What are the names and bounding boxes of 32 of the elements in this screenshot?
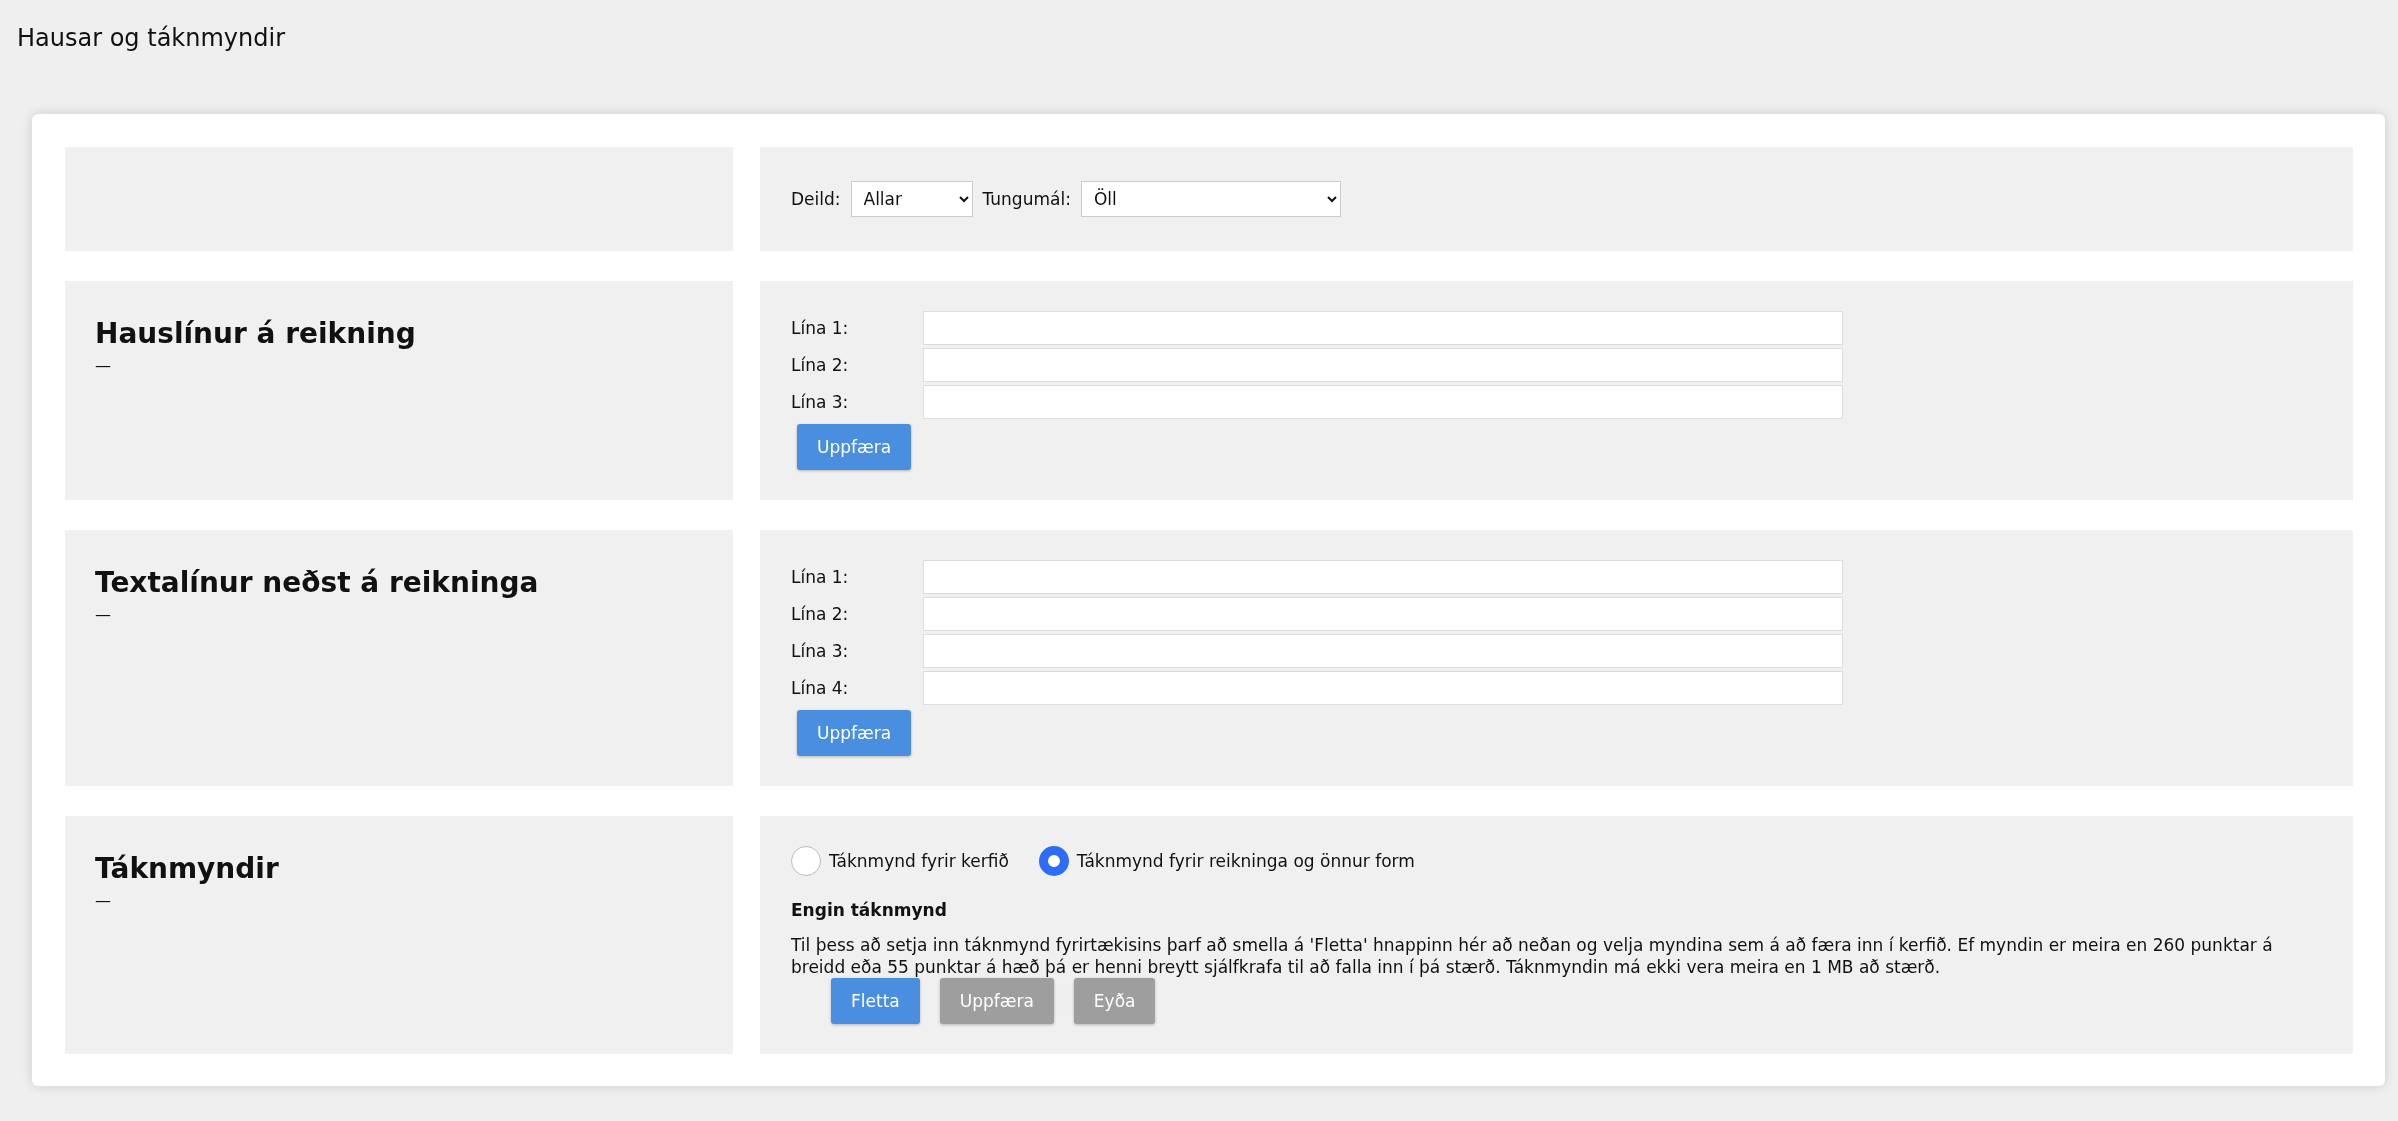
filter-label: Tungumál: [982, 189, 1071, 209]
line-label: Lína 3: [791, 641, 850, 661]
description-text: Til þess að setja inn táknmynd fyrirtækisins þarf að smella á 'Fletta' hnappinn hér að neðan og velja myndina sem á að færa inn í kerfið. Ef myndin er meira en 260 punktar á breidd eða 55 punktar á hæð þá er henni breytt sjálfkrafa til að falla inn í þá stærð. Táknmyndin má ekki vera meira en 1 MB að stærð. [791, 934, 2274, 979]
section-subtitle: — [95, 356, 112, 375]
page-title: Hausar og táknmyndir [16, 23, 286, 54]
section-heading: Hauslínur á reikning [95, 317, 417, 350]
status-text: Engin táknmynd [791, 900, 948, 920]
line-input[interactable] [923, 671, 1843, 705]
update-button[interactable]: Uppfæra [797, 424, 912, 470]
filter-dropdown[interactable]: Öll [1080, 181, 1341, 217]
line-input[interactable] [923, 634, 1843, 668]
line-label: Lína 3: [791, 392, 850, 412]
line-label: Lína 2: [791, 355, 850, 375]
section-heading: Táknmyndir [95, 852, 280, 885]
line-label: Lína 1: [791, 318, 850, 338]
line-input[interactable] [923, 385, 1843, 419]
line-label: Lína 1: [791, 567, 850, 587]
action-button[interactable]: Fletta [831, 978, 920, 1025]
radio-option[interactable]: Táknmynd fyrir reikninga og önnur form [1038, 846, 1415, 876]
filter-dropdown[interactable]: Allar [850, 181, 973, 217]
line-label: Lína 2: [791, 604, 850, 624]
line-input[interactable] [923, 348, 1843, 382]
section-heading: Textalínur neðst á reikninga [95, 566, 540, 599]
radio-option[interactable]: Táknmynd fyrir kerfið [791, 846, 1009, 876]
line-input[interactable] [923, 560, 1843, 594]
line-input[interactable] [923, 597, 1843, 631]
section-subtitle: — [95, 891, 112, 910]
line-label: Lína 4: [791, 678, 850, 698]
line-input[interactable] [923, 311, 1843, 345]
section-subtitle: — [95, 605, 112, 624]
filter-label: Deild: [791, 189, 841, 209]
update-button[interactable]: Uppfæra [797, 710, 912, 756]
